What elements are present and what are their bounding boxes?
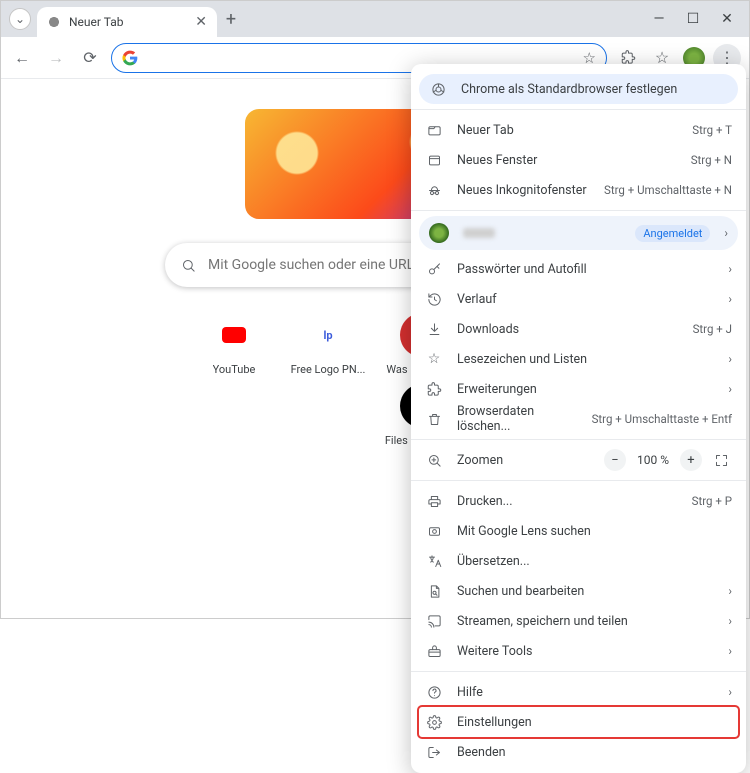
tab-title: Neuer Tab xyxy=(69,15,187,29)
tab-icon xyxy=(425,123,443,138)
menu-print[interactable]: Drucken... Strg + P xyxy=(411,486,746,516)
back-button[interactable]: ← xyxy=(9,45,35,71)
zoom-icon xyxy=(425,453,443,468)
print-icon xyxy=(425,494,443,509)
menu-exit[interactable]: Beenden xyxy=(411,737,746,767)
menu-incognito[interactable]: Neues Inkognitofenster Strg + Umschaltta… xyxy=(411,175,746,205)
chevron-right-icon: › xyxy=(728,685,732,699)
download-icon xyxy=(425,322,443,337)
new-tab-button[interactable]: + xyxy=(217,9,245,30)
lens-icon xyxy=(425,524,443,539)
zoom-out-button[interactable]: − xyxy=(604,449,626,471)
menu-clear-data[interactable]: Browserdaten löschen... Strg + Umschaltt… xyxy=(411,404,746,434)
zoom-in-button[interactable]: + xyxy=(680,449,702,471)
minimize-button[interactable]: — xyxy=(651,11,667,27)
shortcut-youtube[interactable]: YouTube xyxy=(192,313,276,376)
browser-icon xyxy=(429,82,447,97)
menu-new-tab[interactable]: Neuer Tab Strg + T xyxy=(411,115,746,145)
star-icon: ☆ xyxy=(425,351,443,367)
document-search-icon xyxy=(425,584,443,599)
menu-translate[interactable]: Übersetzen... xyxy=(411,546,746,576)
trash-icon xyxy=(425,412,443,427)
key-icon xyxy=(425,262,443,277)
menu-profile[interactable]: Angemeldet › xyxy=(419,216,738,250)
omnibox-input[interactable] xyxy=(146,50,575,65)
chevron-right-icon: › xyxy=(728,292,732,306)
cast-icon xyxy=(425,614,443,629)
zoom-value: 100 % xyxy=(634,453,672,467)
chevron-right-icon: › xyxy=(728,584,732,598)
chrome-menu: Chrome als Standardbrowser festlegen Neu… xyxy=(411,64,746,773)
titlebar: ⌄ Neuer Tab ✕ + — ☐ ✕ xyxy=(1,1,749,37)
menu-new-window[interactable]: Neues Fenster Strg + N xyxy=(411,145,746,175)
google-logo-icon xyxy=(122,50,138,66)
reload-button[interactable]: ⟳ xyxy=(77,45,103,71)
tab-search-button[interactable]: ⌄ xyxy=(9,8,31,30)
menu-find[interactable]: Suchen und bearbeiten › xyxy=(411,576,746,606)
menu-more-tools[interactable]: Weitere Tools › xyxy=(411,636,746,666)
profile-avatar-icon xyxy=(429,223,449,243)
profile-name-redacted xyxy=(463,228,495,238)
maximize-button[interactable]: ☐ xyxy=(685,11,701,27)
gear-icon xyxy=(425,715,443,730)
chevron-right-icon: › xyxy=(728,262,732,276)
menu-history[interactable]: Verlauf › xyxy=(411,284,746,314)
menu-bookmarks[interactable]: ☆ Lesezeichen und Listen › xyxy=(411,344,746,374)
menu-passwords[interactable]: Passwörter und Autofill › xyxy=(411,254,746,284)
toolbox-icon xyxy=(425,644,443,659)
chevron-right-icon: › xyxy=(724,226,728,240)
browser-tab[interactable]: Neuer Tab ✕ xyxy=(37,7,217,37)
chevron-right-icon: › xyxy=(728,644,732,658)
window-icon xyxy=(425,153,443,168)
close-tab-icon[interactable]: ✕ xyxy=(195,14,207,30)
close-window-button[interactable]: ✕ xyxy=(719,11,735,27)
incognito-icon xyxy=(425,183,443,198)
shortcut-freelogo[interactable]: lpFree Logo PN... xyxy=(286,313,370,376)
forward-button[interactable]: → xyxy=(43,45,69,71)
profile-status-badge: Angemeldet xyxy=(635,225,710,242)
search-icon xyxy=(181,258,196,273)
history-icon xyxy=(425,292,443,307)
chevron-right-icon: › xyxy=(728,382,732,396)
chevron-right-icon: › xyxy=(728,352,732,366)
chevron-right-icon: › xyxy=(728,614,732,628)
menu-help[interactable]: Hilfe › xyxy=(411,677,746,707)
menu-settings[interactable]: Einstellungen xyxy=(411,707,746,737)
menu-default-browser[interactable]: Chrome als Standardbrowser festlegen xyxy=(419,74,738,104)
help-icon xyxy=(425,685,443,700)
puzzle-icon xyxy=(425,382,443,397)
menu-extensions[interactable]: Erweiterungen › xyxy=(411,374,746,404)
translate-icon xyxy=(425,554,443,569)
exit-icon xyxy=(425,745,443,760)
menu-cast[interactable]: Streamen, speichern und teilen › xyxy=(411,606,746,636)
menu-lens[interactable]: Mit Google Lens suchen xyxy=(411,516,746,546)
tab-favicon xyxy=(47,15,61,29)
menu-downloads[interactable]: Downloads Strg + J xyxy=(411,314,746,344)
menu-zoom: Zoomen − 100 % + xyxy=(411,445,746,475)
window-controls: — ☐ ✕ xyxy=(651,11,741,27)
fullscreen-icon[interactable] xyxy=(710,449,732,471)
